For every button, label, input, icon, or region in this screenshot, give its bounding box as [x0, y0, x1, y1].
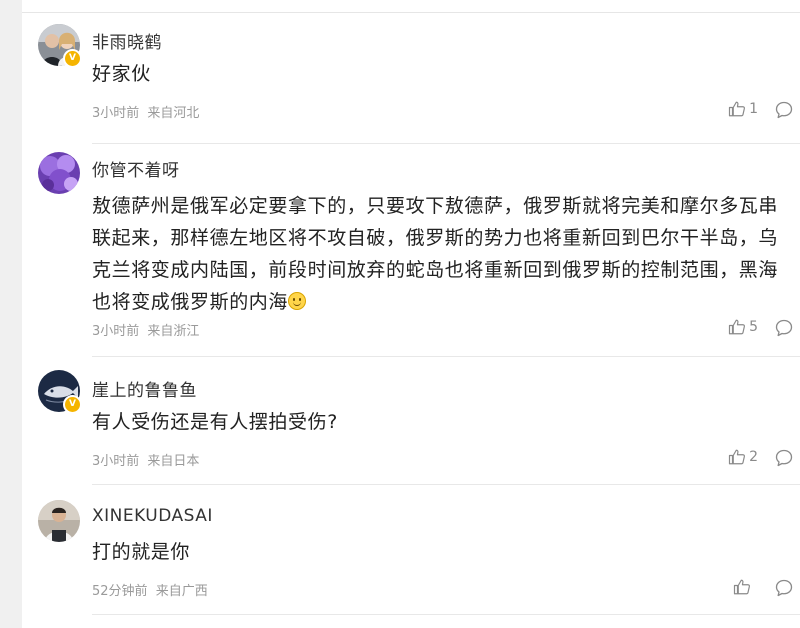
- avatar-image: [38, 152, 80, 194]
- verified-badge-icon: V: [63, 395, 82, 414]
- comment-username[interactable]: 你管不着呀: [92, 156, 180, 181]
- thumb-up-icon: [728, 319, 746, 335]
- comment-meta: 3小时前 来自浙江: [92, 320, 199, 339]
- comment-time: 3小时前: [92, 324, 140, 339]
- like-button[interactable]: 2: [728, 448, 758, 466]
- avatar[interactable]: V: [38, 370, 82, 414]
- thumb-up-icon: [733, 579, 750, 595]
- like-button[interactable]: 1: [728, 100, 758, 118]
- comment-location: 来自日本: [147, 454, 200, 469]
- comment-bubble-icon: [775, 319, 793, 337]
- comment-bubble-icon: [775, 101, 793, 119]
- comment-item: XINEKUDASAI 打的就是你 52分钟前 来自广西: [22, 496, 800, 616]
- comment-time: 3小时前: [92, 106, 140, 121]
- comment-text: 好家伙: [92, 63, 151, 85]
- thumb-up-icon: [728, 449, 746, 465]
- reply-button[interactable]: [774, 448, 794, 472]
- thumb-up-icon: [728, 101, 746, 117]
- comment-item: V 非雨晓鹤 好家伙 3小时前 来自河北 1: [22, 22, 800, 142]
- comment-location: 来自广西: [155, 584, 208, 599]
- reply-button[interactable]: [774, 100, 794, 124]
- like-button[interactable]: [733, 578, 754, 596]
- reply-button[interactable]: [774, 578, 794, 602]
- comment-item: V 崖上的鲁鲁鱼 有人受伤还是有人摆拍受伤? 3小时前 来自日本 2: [22, 366, 800, 486]
- comment-divider: [92, 484, 800, 485]
- comment-meta: 52分钟前 来自广西: [92, 580, 208, 599]
- avatar[interactable]: [38, 152, 80, 194]
- comment-item: 你管不着呀 敖德萨州是俄军必定要拿下的，只要攻下敖德萨，俄罗斯就将完美和摩尔多瓦…: [22, 150, 800, 350]
- comment-divider: [92, 356, 800, 357]
- avatar[interactable]: [38, 500, 80, 542]
- comment-text: 打的就是你: [92, 541, 191, 563]
- comment-text: 敖德萨州是俄军必定要拿下的，只要攻下敖德萨，俄罗斯就将完美和摩尔多瓦串联起来，那…: [92, 190, 797, 318]
- comment-text-content: 敖德萨州是俄军必定要拿下的，只要攻下敖德萨，俄罗斯就将完美和摩尔多瓦串联起来，那…: [92, 195, 779, 313]
- comment-divider: [92, 614, 800, 615]
- comment-username[interactable]: 崖上的鲁鲁鱼: [92, 376, 197, 401]
- comment-location: 来自河北: [147, 106, 200, 121]
- top-divider: [22, 12, 800, 13]
- comment-meta: 3小时前 来自日本: [92, 450, 199, 469]
- comment-location: 来自浙江: [147, 324, 200, 339]
- comment-divider: [92, 143, 800, 144]
- like-count: 2: [749, 449, 758, 465]
- comment-time: 3小时前: [92, 454, 140, 469]
- like-button[interactable]: 5: [728, 318, 758, 336]
- like-count: 5: [749, 319, 758, 335]
- comment-meta: 3小时前 来自河北: [92, 102, 199, 121]
- like-count: 1: [749, 101, 758, 117]
- comment-bubble-icon: [775, 579, 793, 597]
- comment-text: 有人受伤还是有人摆拍受伤?: [92, 411, 338, 433]
- comment-bubble-icon: [775, 449, 793, 467]
- comment-list: V 非雨晓鹤 好家伙 3小时前 来自河北 1 你管不着呀 敖德萨州是俄军必定要拿…: [22, 0, 800, 628]
- avatar-image: [38, 500, 80, 542]
- reply-button[interactable]: [774, 318, 794, 342]
- smile-emoji-icon: [288, 292, 307, 310]
- verified-badge-icon: V: [63, 49, 82, 68]
- comment-time: 52分钟前: [92, 584, 148, 599]
- comment-username[interactable]: 非雨晓鹤: [92, 28, 162, 53]
- avatar[interactable]: V: [38, 24, 82, 68]
- comment-username[interactable]: XINEKUDASAI: [92, 506, 213, 526]
